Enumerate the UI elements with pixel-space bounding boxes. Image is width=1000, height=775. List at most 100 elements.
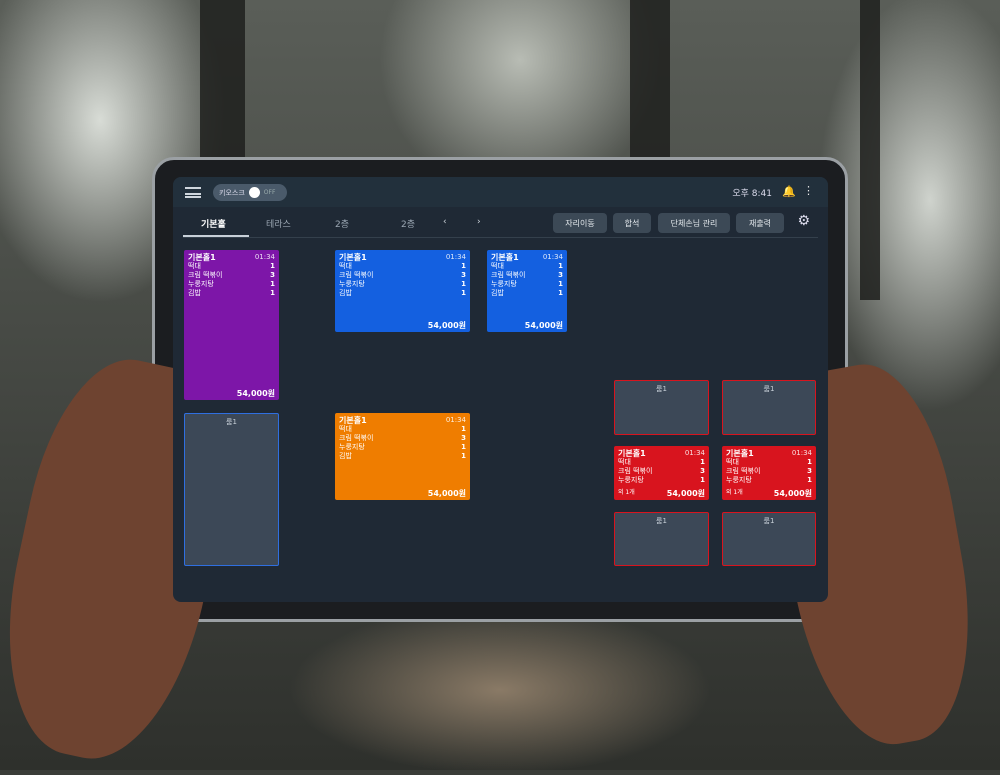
order-total: 54,000원 [427, 489, 466, 498]
tab-divider [183, 237, 818, 238]
chevron-left-icon[interactable]: ‹ [443, 217, 447, 227]
item-name: 김밥 [339, 452, 352, 460]
pos-screen: 키오스크 OFF 오후 8:41 🔔 ⋮ 기본홀 테라스 2층 2층 ‹ › 자… [173, 177, 828, 602]
item-name: 크림 떡볶이 [726, 467, 761, 475]
item-qty: 1 [461, 452, 466, 460]
top-bar: 키오스크 OFF 오후 8:41 🔔 ⋮ [173, 177, 828, 207]
elapsed-time: 01:34 [445, 253, 466, 261]
order-total: 54,000원 [236, 389, 275, 398]
item-name: 누룽지탕 [339, 280, 365, 288]
background-pillar [200, 0, 245, 160]
tab-2f-b[interactable]: 2층 [401, 217, 415, 230]
chevron-right-icon[interactable]: › [477, 217, 481, 227]
toggle-knob [248, 187, 260, 198]
elapsed-time: 01:34 [791, 449, 812, 457]
tab-2f[interactable]: 2층 [335, 217, 349, 230]
item-name: 떡대 [339, 262, 352, 270]
item-qty: 1 [461, 262, 466, 270]
item-qty: 1 [807, 476, 812, 484]
item-qty: 1 [558, 289, 563, 297]
elapsed-time: 01:34 [542, 253, 563, 261]
item-qty: 1 [461, 443, 466, 451]
table-name: 기본홀1 [188, 253, 216, 262]
order-total: 54,000원 [524, 321, 563, 330]
kiosk-toggle[interactable]: 키오스크 OFF [213, 184, 287, 201]
order-total: 54,000원 [427, 321, 466, 330]
bell-icon[interactable]: 🔔 [782, 185, 796, 198]
table-name: 기본홀1 [618, 449, 646, 458]
move-seat-button[interactable]: 자리이동 [553, 213, 607, 233]
item-name: 떡대 [618, 458, 631, 466]
item-qty: 1 [270, 280, 275, 288]
item-name: 누룽지탕 [618, 476, 644, 484]
extra-items: 외 1개 [618, 489, 635, 496]
item-qty: 3 [270, 271, 275, 279]
empty-table[interactable]: 룸1 [184, 413, 279, 566]
item-qty: 1 [270, 289, 275, 297]
item-name: 누룽지탕 [188, 280, 214, 288]
table-card[interactable]: 기본홀1 01:34 떡대 1 크림 떡볶이 3 누룽지탕 1 김밥 1 54,000원 [335, 250, 470, 332]
merge-button[interactable]: 합석 [613, 213, 651, 233]
order-total: 54,000원 [773, 489, 812, 498]
empty-table[interactable]: 룸1 [722, 380, 816, 435]
item-name: 김밥 [339, 289, 352, 297]
elapsed-time: 01:34 [445, 416, 466, 424]
item-qty: 1 [700, 476, 705, 484]
empty-table[interactable]: 룸1 [614, 380, 709, 435]
item-qty: 1 [461, 280, 466, 288]
background-pillar [860, 0, 880, 300]
elapsed-time: 01:34 [254, 253, 275, 261]
item-qty: 3 [807, 467, 812, 475]
table-name: 기본홀1 [491, 253, 519, 262]
table-card[interactable]: 기본홀1 01:34 떡대 1 크림 떡볶이 3 누룽지탕 1 김밥 1 54,000원 [184, 250, 279, 400]
background-pillar [630, 0, 670, 160]
item-name: 크림 떡볶이 [188, 271, 223, 279]
item-name: 떡대 [491, 262, 504, 270]
table-card[interactable]: 기본홀1 01:34 떡대 1 크림 떡볶이 3 누룽지탕 1 외 1개 54,000원 [614, 446, 709, 500]
item-name: 크림 떡볶이 [339, 434, 374, 442]
table-name: 기본홀1 [726, 449, 754, 458]
empty-table[interactable]: 룸1 [614, 512, 709, 566]
extra-items: 외 1개 [726, 489, 743, 496]
table-name: 기본홀1 [339, 416, 367, 425]
table-card[interactable]: 기본홀1 01:34 떡대 1 크림 떡볶이 3 누룽지탕 1 외 1개 54,000원 [722, 446, 816, 500]
clock: 오후 8:41 [732, 189, 772, 199]
menu-icon[interactable] [185, 187, 201, 198]
gear-icon[interactable]: ⚙ [797, 213, 810, 229]
item-qty: 1 [461, 425, 466, 433]
table-name: 기본홀1 [339, 253, 367, 262]
group-button[interactable]: 단체손님 관리 [658, 213, 730, 233]
item-qty: 3 [461, 434, 466, 442]
item-qty: 1 [700, 458, 705, 466]
item-name: 크림 떡볶이 [618, 467, 653, 475]
item-qty: 3 [558, 271, 563, 279]
item-name: 김밥 [188, 289, 201, 297]
item-name: 떡대 [726, 458, 739, 466]
elapsed-time: 01:34 [684, 449, 705, 457]
reprint-button[interactable]: 재출력 [736, 213, 784, 233]
kiosk-label: 키오스크 [219, 188, 245, 197]
table-card[interactable]: 기본홀1 01:34 떡대 1 크림 떡볶이 3 누룽지탕 1 김밥 1 54,000원 [335, 413, 470, 500]
item-qty: 1 [558, 280, 563, 288]
table-card[interactable]: 기본홀1 01:34 떡대 1 크림 떡볶이 3 누룽지탕 1 김밥 1 54,000원 [487, 250, 567, 332]
item-name: 누룽지탕 [339, 443, 365, 451]
item-qty: 3 [461, 271, 466, 279]
item-qty: 1 [461, 289, 466, 297]
item-qty: 3 [700, 467, 705, 475]
item-qty: 1 [558, 262, 563, 270]
item-name: 떡대 [339, 425, 352, 433]
item-name: 김밥 [491, 289, 504, 297]
tab-terrace[interactable]: 테라스 [266, 217, 291, 230]
order-total: 54,000원 [666, 489, 705, 498]
item-name: 누룽지탕 [726, 476, 752, 484]
more-icon[interactable]: ⋮ [803, 184, 814, 197]
item-name: 크림 떡볶이 [339, 271, 374, 279]
item-qty: 1 [270, 262, 275, 270]
item-name: 크림 떡볶이 [491, 271, 526, 279]
tab-main-hall[interactable]: 기본홀 [201, 217, 226, 230]
item-name: 떡대 [188, 262, 201, 270]
kiosk-state: OFF [263, 189, 276, 196]
empty-table[interactable]: 룸1 [722, 512, 816, 566]
item-name: 누룽지탕 [491, 280, 517, 288]
item-qty: 1 [807, 458, 812, 466]
